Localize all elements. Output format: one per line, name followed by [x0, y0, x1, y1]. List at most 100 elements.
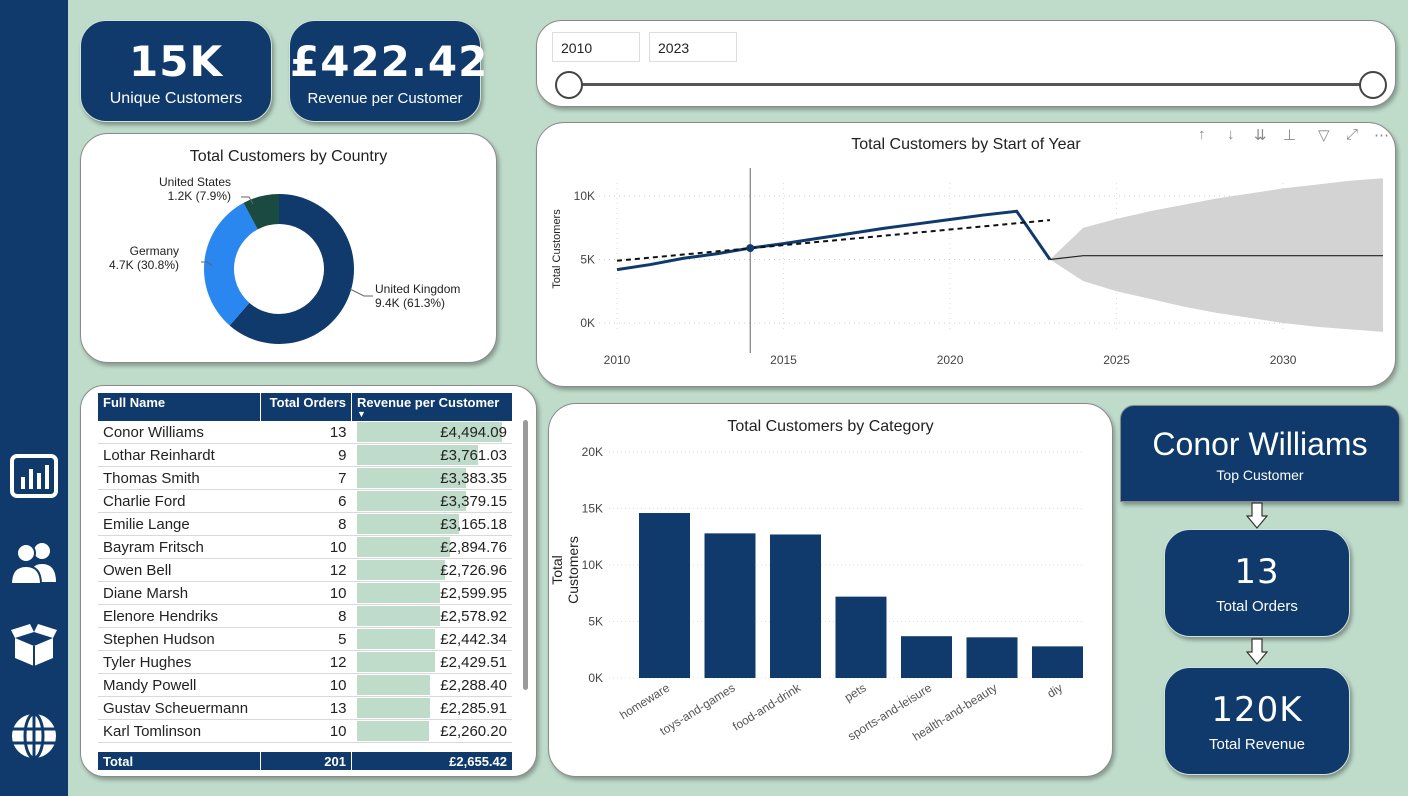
filter-icon[interactable]: ▽: [1318, 126, 1330, 144]
bar-chart: 0K5K10K15K20Khomewaretoys-and-gamesfood-…: [582, 445, 1084, 744]
expand-all-icon[interactable]: ⇊: [1254, 126, 1267, 144]
focus-mode-icon[interactable]: ⤢: [1346, 126, 1358, 143]
line-y-tick: 5K: [580, 253, 595, 267]
cell-full-name: Thomas Smith: [98, 466, 261, 490]
cell-revenue-value: £2,288.40: [440, 676, 507, 694]
cell-full-name: Diane Marsh: [98, 581, 261, 605]
bar-x-tick: food-and-drink: [730, 680, 804, 733]
cell-revenue-value: £2,894.76: [440, 538, 507, 556]
start-year-input[interactable]: 2010: [552, 32, 640, 62]
line-chart-card: Total Customers by Start of Year 0K 5K 10K…: [536, 122, 1396, 387]
table-row[interactable]: Karl Tomlinson 10 £2,260.20: [98, 719, 512, 743]
users-icon[interactable]: [8, 536, 60, 588]
box-icon[interactable]: [8, 618, 60, 670]
cell-revenue: £2,599.95: [351, 581, 512, 605]
cell-full-name: Conor Williams: [98, 421, 261, 444]
cell-revenue-value: £3,379.15: [440, 492, 507, 510]
revenue-data-bar: [356, 698, 431, 718]
cell-revenue-value: £3,165.18: [440, 515, 507, 533]
unique-customers-label: Unique Customers: [109, 90, 243, 107]
table-row[interactable]: Mandy Powell 10 £2,288.40: [98, 673, 512, 697]
legend-united-states: United States: [158, 175, 231, 189]
cell-revenue: £2,894.76: [351, 535, 512, 559]
sort-up-icon[interactable]: ↑: [1198, 126, 1206, 143]
bar-homeware: [639, 513, 690, 678]
table-row[interactable]: Emilie Lange 8 £3,165.18: [98, 512, 512, 536]
cell-full-name: Karl Tomlinson: [98, 719, 261, 743]
table-row[interactable]: Diane Marsh 10 £2,599.95: [98, 581, 512, 605]
value-germany: 4.7K (30.8%): [108, 258, 179, 272]
legend-germany: Germany: [129, 244, 179, 258]
cell-revenue: £3,761.03: [351, 443, 512, 467]
slider-start-handle[interactable]: [555, 71, 583, 99]
navigation-sidebar: [0, 0, 68, 796]
cell-revenue-value: £4,494.09: [440, 423, 507, 441]
slider-end-handle[interactable]: [1359, 71, 1387, 99]
table-row[interactable]: Charlie Ford 6 £3,379.15: [98, 489, 512, 513]
cell-full-name: Mandy Powell: [98, 673, 261, 697]
revenue-data-bar: [356, 560, 445, 580]
total-orders: 201: [260, 752, 352, 770]
bar-sports-and-leisure: [901, 636, 952, 678]
cell-total-orders: 13: [260, 696, 352, 720]
table-row[interactable]: Stephen Hudson 5 £2,442.34: [98, 627, 512, 651]
table-row[interactable]: Tyler Hughes 12 £2,429.51: [98, 650, 512, 674]
cell-revenue: £4,494.09: [351, 421, 512, 444]
table-row[interactable]: Owen Bell 12 £2,726.96: [98, 558, 512, 582]
cell-revenue-value: £3,761.03: [440, 446, 507, 464]
bar-health-and-beauty: [966, 637, 1018, 678]
cell-revenue-value: £2,429.51: [440, 653, 507, 671]
more-options-icon[interactable]: ⋯: [1374, 126, 1389, 144]
cell-total-orders: 12: [260, 650, 352, 674]
table-row[interactable]: Conor Williams 13 £4,494.09: [98, 421, 512, 444]
line-y-tick: 10K: [574, 189, 595, 203]
slider-track[interactable]: [569, 83, 1373, 86]
bar-x-tick: pets: [842, 681, 869, 705]
table-body: Conor Williams 13 £4,494.09 Lothar Reinhard…: [98, 421, 512, 743]
line-x-tick: 2030: [1270, 353, 1297, 367]
cell-revenue: £2,260.20: [351, 719, 512, 743]
donut-label-germany: Germany 4.7K (30.8%): [101, 244, 179, 272]
bar-y-tick: 5K: [588, 615, 603, 629]
header-total-orders[interactable]: Total Orders: [260, 393, 352, 421]
forecast-band: [1049, 178, 1383, 332]
hover-point: [746, 244, 755, 253]
header-revenue-per-customer[interactable]: Revenue per Customer ▼: [351, 393, 512, 421]
country-donut-card: Total Customers by Country United States…: [80, 133, 497, 363]
cell-full-name: Stephen Hudson: [98, 627, 261, 651]
bar-y-tick: 20K: [582, 445, 603, 459]
arrow-down-icon: [1246, 502, 1268, 529]
cell-revenue: £3,165.18: [351, 512, 512, 536]
end-year-input[interactable]: 2023: [649, 32, 737, 62]
header-full-name[interactable]: Full Name: [98, 393, 261, 421]
drill-icon[interactable]: ⊥: [1283, 126, 1296, 144]
cell-revenue-value: £2,442.34: [440, 630, 507, 648]
chart-bars-icon[interactable]: [8, 450, 60, 502]
cell-total-orders: 5: [260, 627, 352, 651]
cell-full-name: Elenore Hendriks: [98, 604, 261, 628]
value-united-states: 1.2K (7.9%): [167, 189, 231, 203]
table-row[interactable]: Elenore Hendriks 8 £2,578.92: [98, 604, 512, 628]
unique-customers-value: 15K: [129, 37, 223, 86]
globe-icon[interactable]: [8, 710, 60, 762]
report-canvas: 15K Unique Customers £422.42 Revenue per…: [0, 0, 1408, 796]
table-row[interactable]: Bayram Fritsch 10 £2,894.76: [98, 535, 512, 559]
sort-down-icon[interactable]: ↓: [1227, 126, 1235, 143]
leader-united-kingdom: [349, 288, 373, 297]
table-total-row: Total 201 £2,655.42: [98, 752, 512, 770]
table-scrollbar[interactable]: [523, 420, 528, 690]
cell-revenue: £2,429.51: [351, 650, 512, 674]
donut-label-united-kingdom: United Kingdom 9.4K (61.3%): [375, 282, 460, 310]
cell-total-orders: 9: [260, 443, 352, 467]
total-revenue: £2,655.42: [351, 752, 512, 770]
donut-label-united-states: United States 1.2K (7.9%): [153, 175, 231, 203]
unique-customers-card: 15K Unique Customers: [80, 20, 272, 122]
top-revenue-value: 120K: [1211, 690, 1303, 730]
top-revenue-label: Total Revenue: [1209, 736, 1305, 753]
top-customer-label: Top Customer: [1216, 467, 1304, 483]
top-revenue-card: 120K Total Revenue: [1164, 667, 1350, 775]
table-row[interactable]: Thomas Smith 7 £3,383.35: [98, 466, 512, 490]
line-chart: 0K 5K 10K 2010 2015 2020 2025 2030: [574, 168, 1383, 367]
table-row[interactable]: Gustav Scheuermann 13 £2,285.91: [98, 696, 512, 720]
table-row[interactable]: Lothar Reinhardt 9 £3,761.03: [98, 443, 512, 467]
